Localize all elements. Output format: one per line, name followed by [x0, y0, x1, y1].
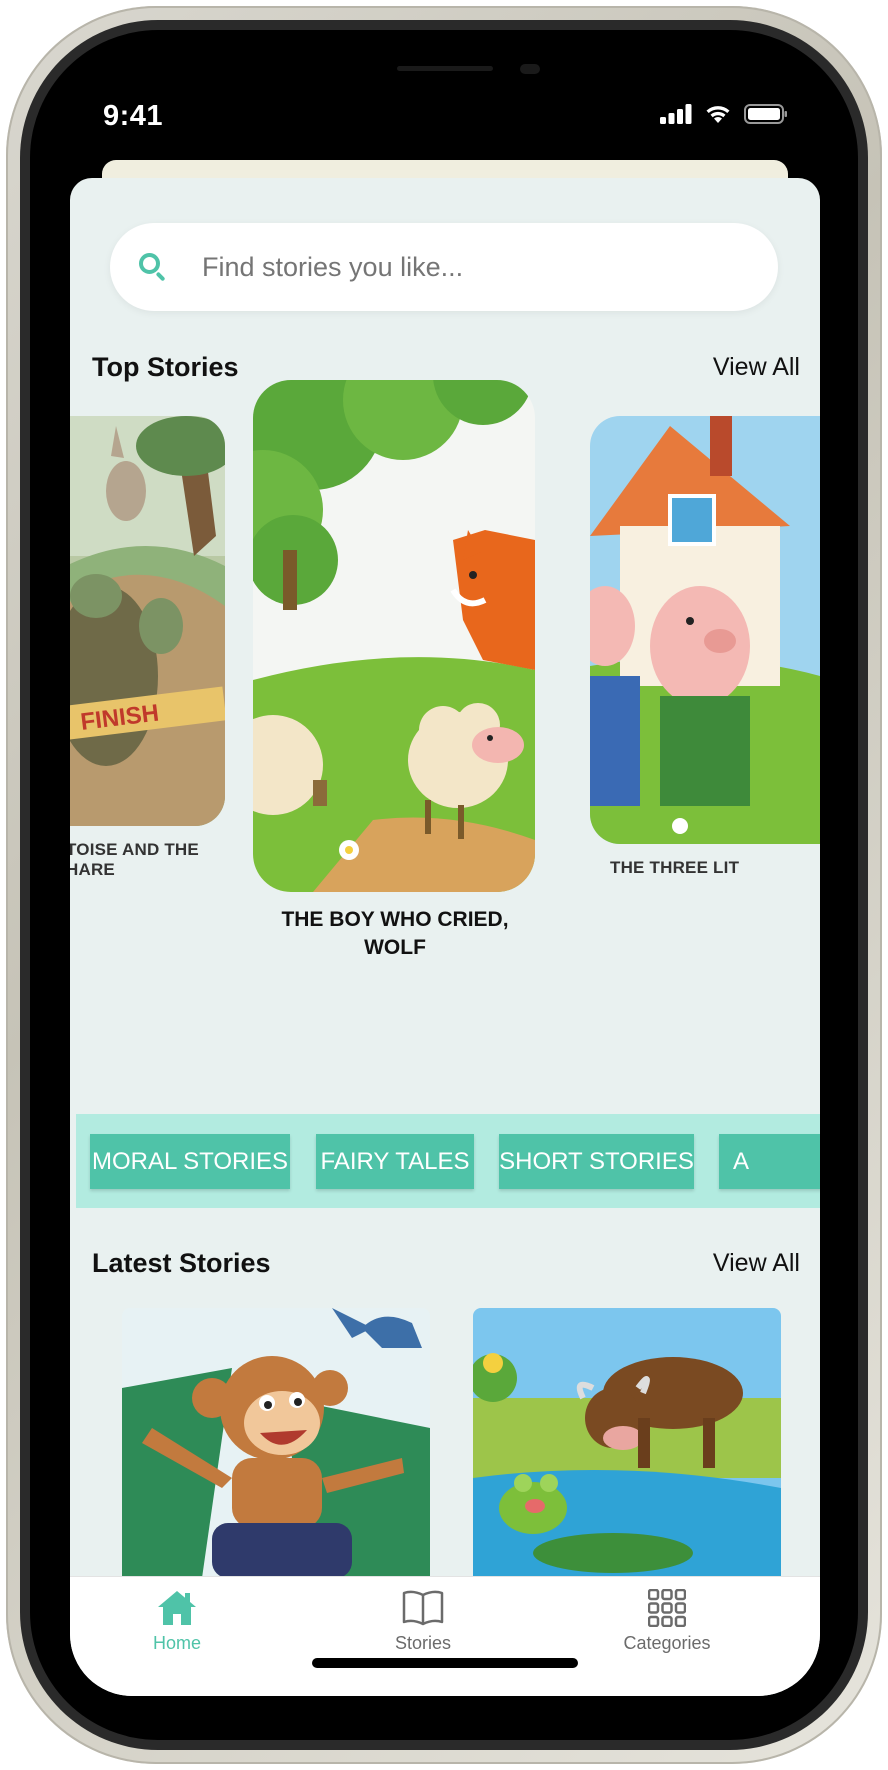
battery-icon [744, 104, 787, 124]
speaker-grille [397, 66, 493, 71]
story-label-three-pigs: THE THREE LIT [610, 858, 740, 877]
category-chip-partial[interactable]: A [719, 1134, 820, 1189]
category-chip-fairy-tales[interactable]: FAIRY TALES [316, 1134, 474, 1189]
story-card-boy-cried-wolf[interactable] [253, 380, 535, 892]
tab-categories[interactable]: Categories [587, 1589, 747, 1654]
latest-stories-view-all-link[interactable]: View All [713, 1249, 800, 1278]
bottom-tab-bar: Home Stories Categories [70, 1576, 820, 1696]
home-indicator[interactable] [312, 1658, 578, 1668]
bull-frog-illustration [473, 1308, 781, 1578]
top-stories-view-all-link[interactable]: View All [713, 353, 800, 382]
story-label-tortoise-hare: TOISE AND THE HARE [70, 840, 199, 879]
status-time: 9:41 [103, 100, 164, 132]
search-icon [138, 252, 168, 282]
status-icons [660, 104, 788, 124]
latest-stories-title: Latest Stories [92, 1248, 271, 1278]
latest-stories-header: Latest Stories View All [92, 1248, 800, 1279]
wifi-icon [706, 106, 730, 123]
book-icon [402, 1590, 444, 1626]
tab-stories-label: Stories [394, 1633, 452, 1653]
search-input[interactable] [202, 251, 682, 283]
story-card-tortoise-hare[interactable]: FINISH [70, 416, 225, 826]
tortoise-hare-illustration: FINISH [70, 416, 225, 826]
top-stories-header: Top Stories View All [92, 352, 800, 383]
tab-home-label: Home [152, 1633, 201, 1653]
tab-categories-label: Categories [623, 1633, 711, 1653]
search-bar[interactable] [110, 223, 778, 311]
signal-icon [660, 104, 692, 124]
app-screen: Top Stories View All FINISH TOISE AND TH… [70, 178, 820, 1696]
grid-icon [648, 1589, 686, 1627]
front-camera [520, 64, 540, 74]
home-icon [158, 1591, 196, 1625]
monkey-illustration [122, 1308, 430, 1578]
boy-cried-wolf-illustration [253, 380, 535, 892]
category-chip-moral-stories[interactable]: MORAL STORIES [90, 1134, 290, 1189]
top-stories-title: Top Stories [92, 352, 239, 382]
three-pigs-illustration [590, 416, 820, 844]
category-strip: MORAL STORIES FAIRY TALES SHORT STORIES … [76, 1114, 820, 1208]
tab-stories[interactable]: Stories [343, 1589, 503, 1654]
story-label-boy-cried-wolf: THE BOY WHO CRIED, WOLF [281, 908, 509, 959]
latest-story-card-monkey[interactable] [122, 1308, 430, 1578]
latest-story-card-bull-frog[interactable] [473, 1308, 781, 1578]
tab-home[interactable]: Home [97, 1589, 257, 1654]
story-card-three-pigs[interactable] [590, 416, 820, 844]
category-chip-short-stories[interactable]: SHORT STORIES [499, 1134, 694, 1189]
